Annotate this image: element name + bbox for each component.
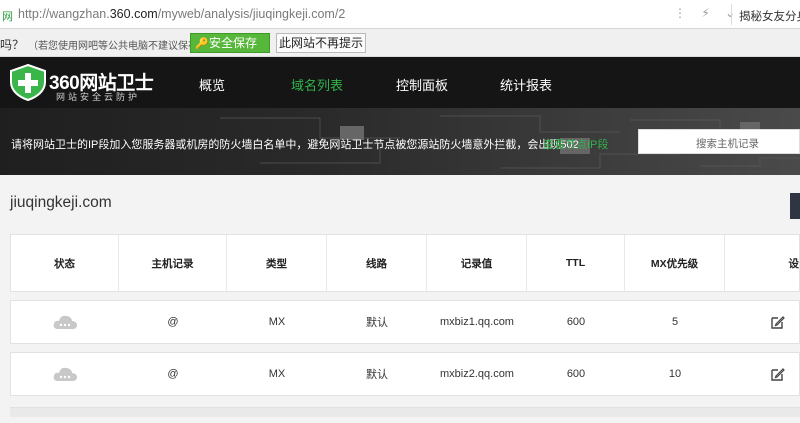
table-row: @ MX 默认 mxbiz2.qq.com 600 10 [10,352,800,396]
url-host: 360.com [109,7,158,21]
main-content: jiuqingkeji.com 状态 主机记录 类型 线路 记录值 TTL MX… [0,175,800,423]
nav-overview[interactable]: 概览 [199,75,225,94]
safe-save-button[interactable]: 🔑安全保存 [190,33,270,53]
address-bar[interactable]: 网 http://wangzhan.360.com/myweb/analysis… [0,0,800,29]
nav-control-panel[interactable]: 控制面板 [396,75,448,94]
edit-cell[interactable] [725,301,800,343]
status-cell[interactable] [11,301,119,343]
password-save-bar: 吗？ （若您使用网吧等公共电脑不建议保存） 🔑安全保存 此网站不再提示 [0,29,800,57]
view-ip-range-link[interactable]: 查看节点IP段 [543,136,608,152]
whitelist-notice: 请将网站卫士的IP段加入您服务器或机房的防火墙白名单中，避免网站卫士节点被您源站… [11,139,579,151]
col-type: 类型 [227,235,327,291]
col-mx-priority: MX优先级 [625,235,725,291]
type-cell: MX [268,316,286,328]
ttl-cell: 600 [566,316,586,328]
mx-cell: 10 [668,368,682,380]
key-icon: 🔑 [195,38,209,50]
password-question: 吗？ [0,38,25,52]
edit-icon[interactable] [771,315,785,329]
ttl-cell: 600 [566,368,586,380]
shield-plus-icon[interactable] [8,64,48,101]
page-title: jiuqingkeji.com [10,194,112,211]
url-prefix: http://wangzhan. [18,7,110,21]
add-record-button[interactable] [790,193,800,219]
type-cell: MX [268,368,286,380]
news-link[interactable]: 揭秘女友分身 [739,8,800,24]
col-settings: 设 [788,257,800,270]
password-hint: （若您使用网吧等公共电脑不建议保存） [28,41,208,52]
nav-statistics[interactable]: 统计报表 [500,75,552,94]
value-cell: mxbiz2.qq.com [440,368,514,380]
col-status: 状态 [11,235,119,291]
value-cell: mxbiz1.qq.com [440,316,514,328]
site-label: 网 [2,11,13,23]
status-cell[interactable] [11,353,119,395]
cloud-off-icon[interactable] [52,364,78,384]
brand-tagline: 网站安全云防护 [56,92,141,102]
col-host: 主机记录 [119,235,227,291]
safe-save-label: 安全保存 [209,36,258,50]
host-search-input[interactable]: 搜索主机记录 [638,129,800,154]
horizontal-scrollbar[interactable] [10,407,800,417]
host-cell: @ [167,316,179,328]
search-placeholder: 搜索主机记录 [696,138,759,150]
mx-cell: 5 [671,316,679,328]
line-cell: 默认 [366,317,388,329]
never-prompt-button[interactable]: 此网站不再提示 [276,33,366,53]
top-navbar: 360网站卫士 网站安全云防护 概览 域名列表 控制面板 统计报表 [0,57,800,108]
host-cell: @ [167,368,179,380]
edit-cell[interactable] [725,353,800,395]
table-row: @ MX 默认 mxbiz1.qq.com 600 5 [10,300,800,344]
col-value: 记录值 [427,235,527,291]
browser-page: 网 http://wangzhan.360.com/myweb/analysis… [0,0,800,423]
records-table-header: 状态 主机记录 类型 线路 记录值 TTL MX优先级 设 [10,234,800,292]
col-line: 线路 [327,235,427,291]
nav-domain-list[interactable]: 域名列表 [291,75,343,94]
toolbar-divider [731,4,732,25]
edit-icon[interactable] [771,367,785,381]
line-cell: 默认 [366,369,388,381]
cloud-off-icon[interactable] [52,312,78,332]
col-ttl: TTL [527,235,625,291]
url-text[interactable]: http://wangzhan.360.com/myweb/analysis/j… [18,7,345,21]
url-path: /myweb/analysis/jiuqingkeji.com/2 [157,7,346,21]
